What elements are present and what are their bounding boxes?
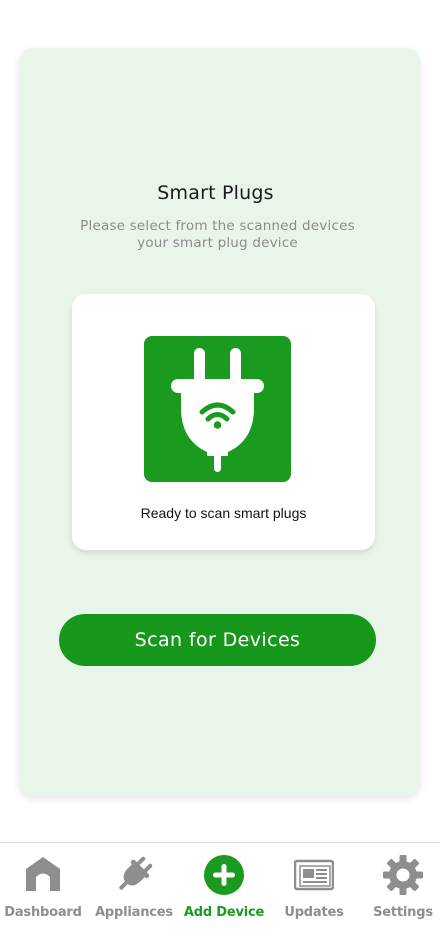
nav-item-updates[interactable]: Updates	[269, 843, 359, 933]
page-title: Smart Plugs	[157, 182, 274, 204]
scan-for-devices-button[interactable]: Scan for Devices	[59, 614, 376, 666]
scan-status-panel: Ready to scan smart plugs	[72, 294, 375, 550]
subtitle-line-2: your smart plug device	[137, 235, 298, 251]
plus-circle-icon	[204, 855, 244, 895]
gear-icon	[383, 855, 423, 895]
nav-label-updates: Updates	[284, 905, 344, 920]
nav-label-dashboard: Dashboard	[4, 905, 82, 920]
plug-icon	[119, 856, 153, 890]
nav-label-settings: Settings	[373, 905, 433, 920]
subtitle-line-1: Please select from the scanned devices	[80, 218, 355, 234]
house-icon	[26, 857, 60, 891]
newspaper-icon	[294, 859, 334, 891]
nav-label-appliances: Appliances	[95, 905, 173, 920]
nav-label-add-device: Add Device	[183, 905, 265, 920]
bottom-navigation: Dashboard Appliances Add Device Updates …	[0, 842, 440, 940]
nav-item-settings[interactable]: Settings	[358, 843, 440, 933]
nav-item-add-device[interactable]: Add Device	[179, 843, 269, 933]
page-subtitle: Please select from the scanned devices y…	[0, 218, 435, 252]
nav-item-dashboard[interactable]: Dashboard	[0, 843, 88, 933]
smart-plug-wifi-icon	[144, 336, 291, 482]
nav-item-appliances[interactable]: Appliances	[89, 843, 179, 933]
scan-status-text: Ready to scan smart plugs	[140, 505, 307, 521]
